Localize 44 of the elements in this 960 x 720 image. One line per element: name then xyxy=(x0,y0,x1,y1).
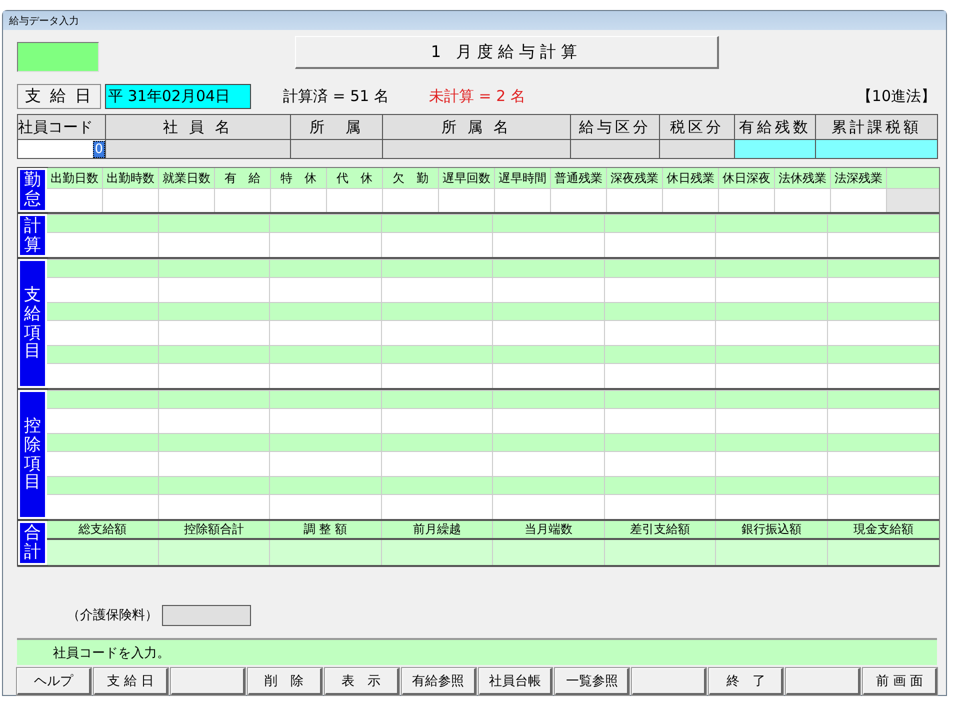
section-label: 控除項目 xyxy=(18,390,47,519)
column-header: 所 属 名 xyxy=(383,115,571,140)
blank-button[interactable] xyxy=(170,668,245,695)
uncalculated-count: 未計算 = 2 名 xyxy=(428,86,526,106)
column-header: 差引支給額 xyxy=(604,521,716,538)
table-cell[interactable]: 0 xyxy=(18,140,106,158)
column-header: 社 員 名 xyxy=(106,115,291,140)
column-header: 現金支給額 xyxy=(852,521,914,538)
function-button[interactable]: 前 画 面 xyxy=(863,668,938,695)
care-insurance-label: （介護保険料） xyxy=(67,607,158,624)
window-title: 給与データ入力 xyxy=(9,14,79,28)
function-button[interactable]: 表 示 xyxy=(324,668,399,695)
column-header: 社員コード xyxy=(18,115,106,140)
function-button[interactable]: 支 給 日 xyxy=(94,668,168,695)
function-button[interactable]: 終 了 xyxy=(709,668,784,695)
column-header: 有給残数 xyxy=(735,115,816,140)
function-button[interactable]: 削 除 xyxy=(248,668,322,695)
table-cell xyxy=(887,189,939,212)
column-header: 控除額合計 xyxy=(158,521,270,538)
section-label: 支給項目 xyxy=(18,259,47,388)
column-header: 税区分 xyxy=(660,115,735,140)
date-field[interactable]: 平 31年02月04日 xyxy=(105,84,251,108)
section-label: 合計 xyxy=(18,521,47,565)
calculated-count: 計算済 = 51 名 xyxy=(283,86,389,106)
function-button[interactable]: ヘルプ xyxy=(17,668,91,695)
column-header: 調 整 額 xyxy=(270,521,382,538)
mode-label: 【10進法】 xyxy=(856,86,936,106)
column-header: 累計課税額 xyxy=(816,115,937,140)
section-label: 計算 xyxy=(18,214,47,257)
column-header: 銀行振込額 xyxy=(716,521,828,538)
blank-button[interactable] xyxy=(632,668,706,695)
function-button[interactable]: 一覧参照 xyxy=(555,668,630,695)
heading-button[interactable]: 1 月度給与計算 xyxy=(295,36,719,69)
status-message: 社員コードを入力。 xyxy=(53,644,170,662)
column-header: 前月繰越 xyxy=(382,521,493,538)
blank-button[interactable] xyxy=(786,668,860,695)
section-label: 勤怠 xyxy=(18,168,47,212)
column-header: 総支給額 xyxy=(47,521,158,538)
column-header: 当月端数 xyxy=(493,521,604,538)
function-button[interactable]: 社員台帳 xyxy=(478,668,552,695)
column-header: 給与区分 xyxy=(571,115,660,140)
column-header: 所 属 xyxy=(291,115,383,140)
function-button[interactable]: 有給参照 xyxy=(402,668,476,695)
pay-date-button[interactable]: 支 給 日 xyxy=(17,84,101,108)
